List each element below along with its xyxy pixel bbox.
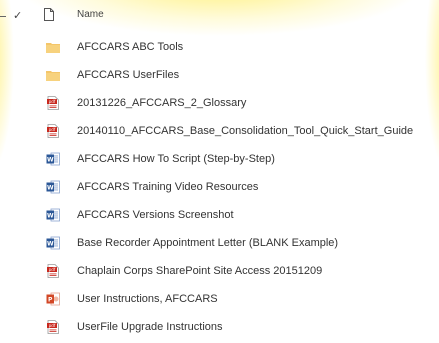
header-edge-line [0,16,6,17]
file-name-link[interactable]: AFCCARS How To Script (Step-by-Step) [77,153,275,165]
pdf-icon: pdf [46,96,60,110]
file-row[interactable]: AFCCARS UserFiles [0,62,439,90]
powerpoint-icon: P [46,292,60,306]
file-row[interactable]: W AFCCARS Training Video Resources [0,174,439,202]
svg-text:P: P [48,296,53,303]
word-icon: W [46,208,60,222]
svg-text:W: W [47,184,54,191]
file-row[interactable]: pdf UserFile Upgrade Instructions [0,314,439,342]
svg-text:pdf: pdf [49,99,56,104]
file-row[interactable]: W AFCCARS How To Script (Step-by-Step) [0,146,439,174]
file-name-link[interactable]: Chaplain Corps SharePoint Site Access 20… [77,265,322,277]
svg-text:W: W [47,240,54,247]
file-name-link[interactable]: AFCCARS UserFiles [77,69,179,81]
file-name-link[interactable]: 20131226_AFCCARS_2_Glossary [77,97,246,109]
pdf-icon: pdf [46,124,60,138]
file-name-link[interactable]: User Instructions, AFCCARS [77,293,218,305]
folder-icon [46,68,60,82]
list-header: ✓ Name [0,6,439,30]
pdf-icon: pdf [46,264,60,278]
word-icon: W [46,180,60,194]
file-row[interactable]: pdf Chaplain Corps SharePoint Site Access… [0,258,439,286]
folder-icon [46,40,60,54]
file-name-link[interactable]: AFCCARS ABC Tools [77,41,183,53]
file-row[interactable]: W Base Recorder Appointment Letter (BLANK… [0,230,439,258]
svg-text:pdf: pdf [49,127,56,132]
file-row[interactable]: P User Instructions, AFCCARS [0,286,439,314]
file-type-icon[interactable] [44,8,54,21]
file-row[interactable]: pdf 20131226_AFCCARS_2_Glossary [0,90,439,118]
svg-text:pdf: pdf [49,267,56,272]
file-name-link[interactable]: AFCCARS Versions Screenshot [77,209,234,221]
svg-text:pdf: pdf [49,323,56,328]
svg-text:W: W [47,156,54,163]
file-name-link[interactable]: AFCCARS Training Video Resources [77,181,258,193]
file-name-link[interactable]: UserFile Upgrade Instructions [77,321,223,333]
select-all-check-icon[interactable]: ✓ [13,9,22,22]
pdf-icon: pdf [46,320,60,334]
word-icon: W [46,236,60,250]
file-row[interactable]: W AFCCARS Versions Screenshot [0,202,439,230]
word-icon: W [46,152,60,166]
file-name-link[interactable]: 20140110_AFCCARS_Base_Consolidation_Tool… [77,125,413,137]
svg-text:W: W [47,212,54,219]
file-row[interactable]: pdf 20140110_AFCCARS_Base_Consolidation_T… [0,118,439,146]
file-row[interactable]: AFCCARS ABC Tools [0,34,439,62]
name-column-header[interactable]: Name [77,9,104,20]
file-name-link[interactable]: Base Recorder Appointment Letter (BLANK … [77,237,338,249]
